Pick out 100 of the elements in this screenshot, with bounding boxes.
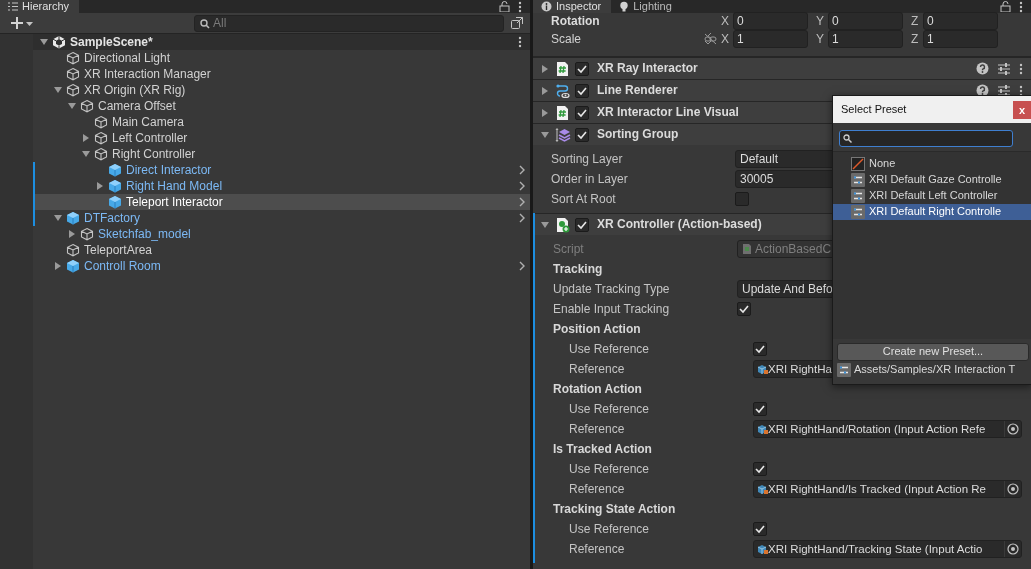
info-icon	[541, 1, 552, 12]
tree-row[interactable]: Teleport Interactor	[33, 194, 530, 210]
object-picker-button[interactable]	[1004, 421, 1021, 437]
chevron-icon[interactable]	[517, 212, 527, 224]
input-action-icon	[756, 423, 768, 435]
field-label: Rotation	[551, 13, 601, 29]
menu-icon[interactable]	[1019, 0, 1023, 13]
panel-tab[interactable]: Hierarchy	[0, 0, 80, 13]
object-field[interactable]: XRI RightHand/Rotation (Input Action Refe	[753, 420, 1022, 438]
menu-icon[interactable]	[1019, 84, 1023, 97]
popup-title: Select Preset	[841, 102, 907, 117]
tree-item-label: Controll Room	[84, 258, 161, 274]
create-preset-button[interactable]: Create new Preset...	[837, 343, 1029, 361]
tree-item-label: Sketchfab_model	[98, 226, 191, 242]
component-title: XR Ray Interactor	[597, 61, 698, 76]
cube-icon	[80, 99, 94, 113]
chevron-icon[interactable]	[517, 164, 527, 176]
add-button[interactable]	[8, 14, 36, 32]
prefab-cube-icon	[66, 259, 80, 273]
field-label: Tracking State Action	[553, 501, 677, 517]
chevron-icon[interactable]	[517, 180, 527, 192]
number-field[interactable]: 0	[828, 12, 903, 30]
help-icon[interactable]	[976, 84, 989, 97]
checkbox[interactable]	[753, 402, 767, 416]
menu-icon[interactable]	[1019, 62, 1023, 75]
preset-item[interactable]: None	[833, 156, 1031, 172]
preset-item[interactable]: XRI Default Gaze Controlle	[833, 172, 1031, 188]
axis-label: Z	[911, 31, 920, 47]
object-field[interactable]: XRI RightHand/Is Tracked (Input Action Re	[753, 480, 1022, 498]
script-icon	[555, 104, 571, 121]
field-label: Enable Input Tracking	[553, 301, 671, 317]
field-label: Use Reference	[569, 461, 651, 477]
chevron-icon[interactable]	[517, 196, 527, 208]
tree-item-label: Camera Offset	[98, 98, 176, 114]
object-picker-button[interactable]	[1004, 541, 1021, 557]
component-title: XR Interactor Line Visual	[597, 105, 739, 120]
number-field[interactable]: 0	[733, 12, 808, 30]
close-button[interactable]: x	[1013, 100, 1031, 119]
lock-icon[interactable]	[499, 1, 510, 12]
prefab-cube-icon	[108, 179, 122, 193]
number-field[interactable]: 0	[923, 12, 998, 30]
object-field[interactable]: XRI RightHand/Tracking State (Input Actio	[753, 540, 1022, 558]
axis-label: X	[721, 31, 730, 47]
preset-icon[interactable]	[997, 83, 1011, 98]
list-icon	[8, 2, 18, 11]
preset-icon	[851, 205, 865, 219]
check-icon	[754, 463, 766, 475]
number-field[interactable]: 1	[923, 30, 998, 48]
menu-icon[interactable]	[518, 36, 522, 48]
panel-tab[interactable]: Lighting	[611, 0, 682, 13]
tree-item-label: XR Origin (XR Rig)	[84, 82, 186, 98]
checkbox[interactable]	[575, 83, 589, 98]
lock-icon[interactable]	[1000, 1, 1011, 12]
input-action-icon	[756, 483, 768, 495]
scene-visibility-button[interactable]	[508, 14, 526, 32]
field-label: Reference	[569, 541, 626, 557]
checkbox[interactable]	[735, 192, 749, 206]
object-picker-button[interactable]	[1004, 481, 1021, 497]
tree-row[interactable]: DTFactory	[33, 210, 530, 226]
chevron-icon[interactable]	[517, 260, 527, 272]
search-icon	[199, 17, 210, 29]
number-field[interactable]: 1	[828, 30, 903, 48]
axis-label: Y	[816, 13, 825, 29]
component-title: Line Renderer	[597, 83, 678, 98]
checkbox[interactable]	[737, 302, 751, 316]
field-label: Scale	[551, 31, 583, 47]
search-field[interactable]	[839, 130, 1013, 147]
tree-row[interactable]: Direct Interactor	[33, 162, 530, 178]
checkbox[interactable]	[575, 127, 589, 142]
field-label: Use Reference	[569, 341, 651, 357]
preset-item[interactable]: XRI Default Left Controller	[833, 188, 1031, 204]
check-icon	[754, 403, 766, 415]
checkbox[interactable]	[575, 61, 589, 76]
preset-icon[interactable]	[997, 61, 1011, 76]
help-icon[interactable]	[976, 62, 989, 75]
checkbox[interactable]	[575, 105, 589, 120]
prefab-cube-icon	[108, 163, 122, 177]
check-icon	[738, 303, 750, 315]
preset-item[interactable]: XRI Default Right Controlle	[833, 204, 1031, 220]
tree-item-label: XR Interaction Manager	[84, 66, 211, 82]
checkbox[interactable]	[753, 462, 767, 476]
preset-icon	[851, 173, 865, 187]
search-field[interactable]: All	[194, 14, 504, 32]
tree-item-label: Directional Light	[84, 50, 171, 66]
tree-item-label: Right Controller	[112, 146, 196, 162]
number-field[interactable]: 1	[733, 30, 808, 48]
panel-tab[interactable]: Inspector	[533, 0, 612, 13]
tree-row[interactable]: Controll Room	[33, 258, 530, 274]
unlink-icon[interactable]	[703, 33, 717, 45]
prefab-cube-icon	[66, 211, 80, 225]
menu-icon[interactable]	[518, 0, 522, 13]
tree-item-label: Teleport Interactor	[126, 194, 223, 210]
field-label: Reference	[569, 361, 626, 377]
component-header[interactable]: XR Ray Interactor	[533, 57, 1031, 79]
field-label: Position Action	[553, 321, 642, 337]
checkbox[interactable]	[575, 217, 589, 232]
tree-row[interactable]: Right Hand Model	[33, 178, 530, 194]
checkbox[interactable]	[753, 522, 767, 536]
cube-icon	[80, 227, 94, 241]
checkbox[interactable]	[753, 342, 767, 356]
